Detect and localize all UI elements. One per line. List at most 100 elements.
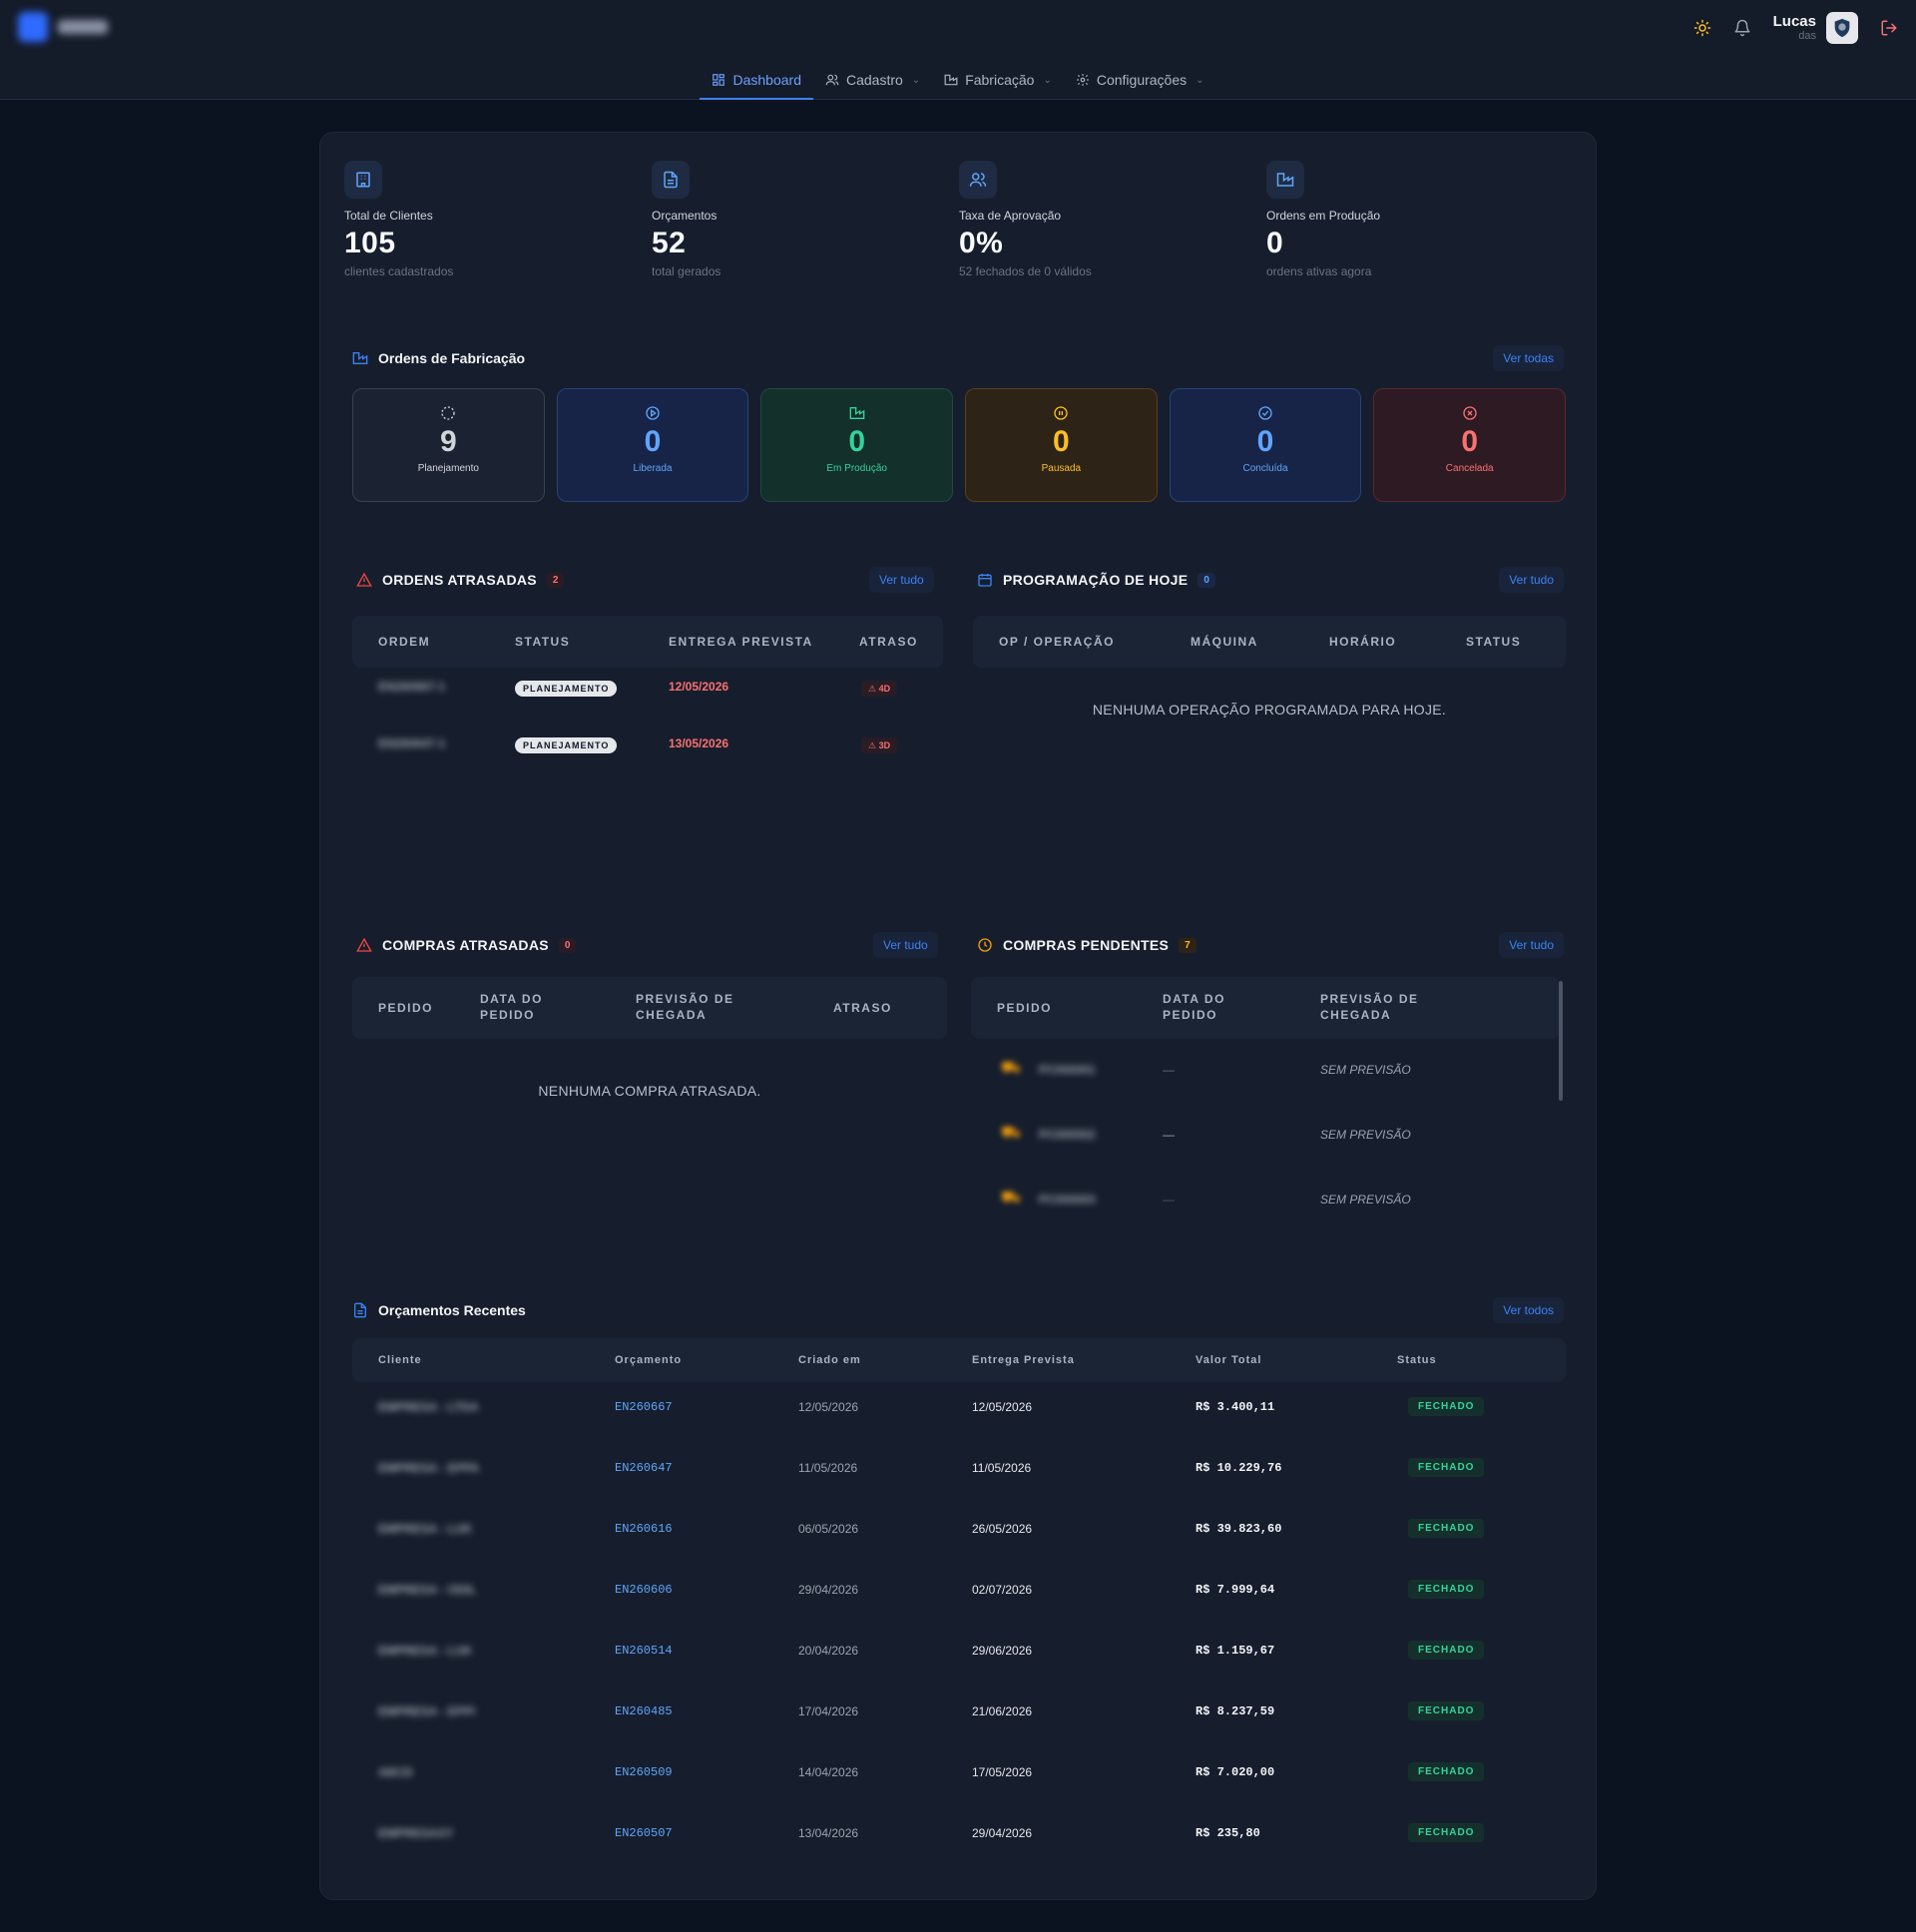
avatar[interactable] [1826,12,1858,44]
client-name[interactable]: ABCD [378,1765,413,1779]
document-icon [354,1302,366,1318]
quote-link[interactable]: EN260667 [615,1400,673,1414]
section-title: Orçamentos Recentes [378,1302,526,1318]
status-card-planejamento[interactable]: 9 Planejamento [352,388,545,502]
kpi-sub: 52 fechados de 0 válidos [959,264,1092,278]
nav-cadastro-label: Cadastro [845,72,903,88]
status-card-pausada[interactable]: 0 Pausada [965,388,1158,502]
due-date: 02/07/2026 [972,1583,1033,1597]
late-badge: ⚠ 3D [861,737,898,753]
due-date: 17/05/2026 [972,1765,1033,1779]
status-card-em-producao[interactable]: 0 Em Produção [760,388,954,502]
quote-link[interactable]: EN260514 [615,1644,673,1658]
bell-icon[interactable] [1733,19,1751,37]
total-value: R$ 3.400,11 [1196,1400,1275,1414]
document-icon [652,161,690,199]
kpi-label: Taxa de Aprovação [959,209,1062,223]
quote-link[interactable]: EN260606 [615,1583,673,1597]
client-name[interactable]: EMPRESA - ODIL [378,1583,476,1597]
column-header[interactable]: ATRASO [859,635,918,649]
column-header[interactable]: PREVISÃO DE CHEGADA [1320,991,1450,1023]
users-icon [825,74,839,86]
total-value: R$ 1.159,67 [1196,1644,1275,1658]
column-header[interactable]: Criado em [798,1354,861,1366]
status-badge: FECHADO [1408,1397,1485,1416]
status-count: 0 [1053,425,1070,458]
column-header[interactable]: Valor Total [1196,1354,1261,1366]
pending-purchases-header: COMPRAS PENDENTES 7 [977,937,1197,953]
column-header[interactable]: ENTREGA PREVISTA [669,635,813,649]
ver-todas-ordens-link[interactable]: Ver todas [1493,345,1564,371]
created-date: 06/05/2026 [798,1522,859,1536]
client-name[interactable]: EMPRESA - EPPA [378,1461,479,1475]
status-count: 0 [644,425,662,458]
kpi-value: 0 [1266,227,1284,259]
total-value: R$ 7.999,64 [1196,1583,1275,1597]
ver-tudo-programacao-link[interactable]: Ver tudo [1499,567,1564,593]
column-header[interactable]: DATA DO PEDIDO [1163,991,1262,1023]
column-header[interactable]: DATA DO PEDIDO [480,991,580,1023]
status-card-liberada[interactable]: 0 Liberada [556,388,749,502]
quote-link[interactable]: EN260616 [615,1522,673,1536]
quote-link[interactable]: EN260509 [615,1765,673,1779]
column-header[interactable]: MÁQUINA [1191,635,1258,649]
column-header[interactable]: Entrega Prevista [972,1354,1075,1366]
client-name[interactable]: EMPRESA - LUK [378,1644,472,1658]
due-date: 21/06/2026 [972,1704,1033,1718]
client-name[interactable]: EMPRESA - EPPI [378,1704,475,1718]
column-header[interactable]: PREVISÃO DE CHEGADA [636,991,765,1023]
quote-link[interactable]: EN260485 [615,1704,673,1718]
nav-fabricacao[interactable]: Fabricação ⌄ [932,60,1064,100]
column-header[interactable]: ORDEM [378,635,430,649]
quote-link[interactable]: EN260647 [615,1461,673,1475]
column-header[interactable]: PEDIDO [997,1001,1052,1015]
app-logo[interactable] [18,12,108,42]
purchase-order-id[interactable]: PC000003 [1039,1193,1096,1207]
sun-icon[interactable] [1693,19,1711,37]
column-header[interactable]: STATUS [1466,635,1521,649]
calendar-icon [978,574,992,587]
column-header[interactable]: HORÁRIO [1329,635,1396,649]
purchase-order-id[interactable]: PC000002 [1039,1128,1096,1142]
purchase-order-id[interactable]: PC000001 [1039,1063,1096,1077]
ver-todos-orcamentos-link[interactable]: Ver todos [1493,1297,1564,1323]
client-name[interactable]: EMPRESAXY [378,1826,453,1840]
scrollbar[interactable] [1559,981,1563,1101]
logout-icon[interactable] [1880,19,1898,37]
column-header[interactable]: Cliente [378,1354,422,1366]
user-menu[interactable]: Lucas das [1773,12,1858,44]
client-name[interactable]: EMPRESA - LTDA [378,1400,479,1414]
recent-quotes-header: Orçamentos Recentes [352,1302,526,1318]
ver-tudo-compras-atrasadas-link[interactable]: Ver tudo [873,932,938,958]
nav-cadastro[interactable]: Cadastro ⌄ [813,60,932,100]
column-header[interactable]: PEDIDO [378,1001,433,1015]
column-header[interactable]: Orçamento [615,1354,682,1366]
client-name[interactable]: EMPRESA - LUK [378,1522,472,1536]
status-card-concluida[interactable]: 0 Concluída [1169,388,1362,502]
ver-tudo-ordens-atrasadas-link[interactable]: Ver tudo [869,567,934,593]
quote-link[interactable]: EN260507 [615,1826,673,1840]
count-badge: 2 [546,572,565,588]
order-date: — [1163,1193,1175,1207]
status-card-cancelada[interactable]: 0 Cancelada [1373,388,1567,502]
order-id[interactable]: EN260667-1 [378,680,445,694]
late-days: 4D [878,684,891,694]
nav-dashboard[interactable]: Dashboard [700,60,813,100]
column-header[interactable]: OP / OPERAÇÃO [999,635,1115,649]
order-id[interactable]: EN260647-1 [378,736,445,750]
pending-purchases-table-header: PEDIDO DATA DO PEDIDO PREVISÃO DE CHEGAD… [971,977,1560,1039]
chevron-down-icon: ⌄ [1196,74,1204,86]
total-value: R$ 39.823,60 [1196,1522,1282,1536]
status-count: 0 [1256,425,1274,458]
user-role: das [1798,30,1816,43]
column-header[interactable]: Status [1397,1354,1437,1366]
nav-configuracoes[interactable]: Configurações ⌄ [1064,60,1216,100]
status-badge: FECHADO [1408,1519,1485,1538]
due-date: 12/05/2026 [669,680,729,694]
column-header[interactable]: STATUS [515,635,570,649]
status-count: 0 [1461,425,1479,458]
ver-tudo-compras-pendentes-link[interactable]: Ver tudo [1499,932,1564,958]
column-header[interactable]: ATRASO [833,1001,892,1015]
dashboard-panel: Total de Clientes 105 clientes cadastrad… [319,132,1597,1900]
due-date: 11/05/2026 [972,1461,1032,1475]
